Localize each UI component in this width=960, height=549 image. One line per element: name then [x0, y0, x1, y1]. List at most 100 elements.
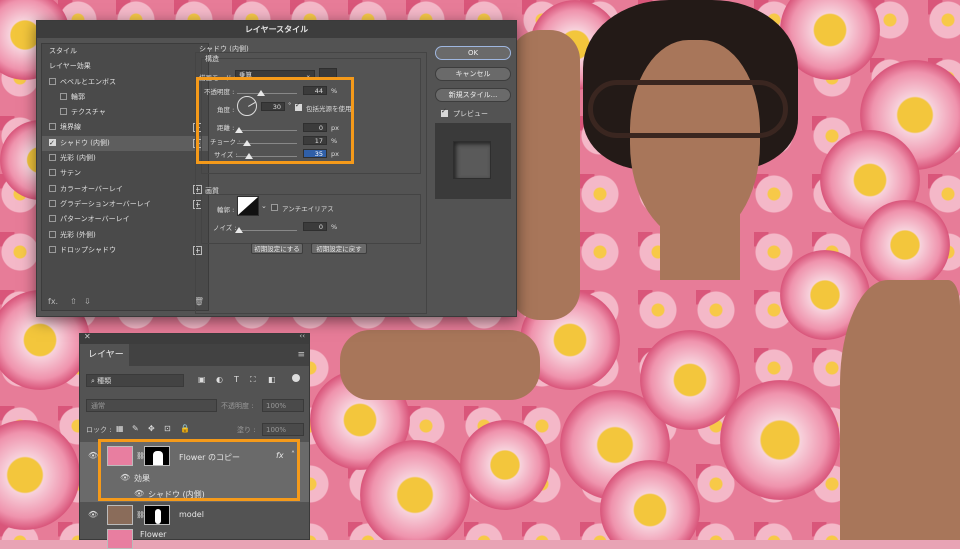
effect-checkbox[interactable]	[49, 215, 56, 223]
close-icon[interactable]: ✕	[84, 332, 91, 341]
effect-label: カラーオーバーレイ	[60, 184, 123, 193]
styles-header[interactable]: スタイル	[42, 44, 208, 59]
antialias-checkbox[interactable]	[271, 204, 278, 211]
lock-label: ロック :	[86, 426, 112, 434]
layer-thumbnail	[107, 529, 133, 549]
new-style-button[interactable]: 新規スタイル...	[435, 88, 511, 102]
layer-name[interactable]: model	[179, 510, 204, 519]
type-filter-icon[interactable]: T	[234, 375, 239, 384]
effect-checkbox[interactable]	[60, 92, 67, 100]
effect-label: 光彩 (外側)	[60, 230, 96, 239]
effect-item[interactable]: サテン	[42, 166, 208, 181]
structure-label: 構造	[205, 55, 219, 63]
effect-checkbox[interactable]	[49, 123, 56, 131]
effect-item[interactable]: シャドウ (内側)+	[42, 135, 208, 151]
blend-mode-select[interactable]: 通常	[86, 399, 217, 412]
smart-object-filter-icon[interactable]: ◧	[268, 375, 276, 384]
shape-filter-icon[interactable]: ⛶	[250, 375, 256, 385]
quality-label: 画質	[205, 187, 219, 195]
noise-slider-track[interactable]	[237, 230, 297, 231]
layer-name[interactable]: Flower	[140, 530, 166, 539]
effect-label: グラデーションオーバーレイ	[60, 199, 151, 208]
effect-label: ドロップシャドウ	[60, 245, 116, 254]
filter-kind-value: 種類	[97, 377, 112, 385]
collapse-icon[interactable]: ‹‹	[299, 332, 305, 340]
move-icon[interactable]: ✥	[148, 424, 155, 433]
layer-effects-header[interactable]: レイヤー効果	[42, 59, 208, 74]
effect-checkbox[interactable]	[49, 77, 56, 85]
layer-row-model[interactable]: 👁 ⛓ model	[80, 504, 309, 526]
effect-item[interactable]: グラデーションオーバーレイ +	[42, 197, 208, 212]
blend-mode-value: 通常	[91, 402, 105, 410]
effect-item[interactable]: ドロップシャドウ +	[42, 243, 208, 258]
lock-pixels-icon[interactable]: ▦	[116, 424, 124, 433]
effect-label: ベベルとエンボス	[60, 77, 116, 86]
contour-picker[interactable]	[237, 196, 259, 216]
layer-mask-thumbnail	[144, 505, 170, 525]
brush-icon[interactable]: ✎	[132, 424, 139, 433]
cancel-button[interactable]: キャンセル	[435, 67, 511, 81]
effect-item[interactable]: 境界線 +	[42, 120, 208, 135]
dialog-title: レイヤースタイル	[37, 21, 516, 38]
fx-icon[interactable]: fx.	[48, 297, 58, 306]
effect-item[interactable]: 輪郭	[42, 90, 208, 105]
effect-item[interactable]: テクスチャ	[42, 105, 208, 120]
panel-menu-icon[interactable]: ≡	[297, 350, 305, 360]
effect-item[interactable]: 光彩 (内側)	[42, 151, 208, 166]
effect-checkbox[interactable]	[49, 169, 56, 177]
noise-slider-thumb[interactable]	[235, 227, 243, 233]
effect-checkbox[interactable]	[49, 154, 56, 162]
highlight-structure-box	[196, 77, 354, 164]
effect-label: シャドウ (内側)	[60, 138, 110, 147]
effect-checkbox[interactable]	[49, 245, 56, 253]
noise-unit: %	[331, 223, 338, 231]
move-up-icon[interactable]: ⇧	[70, 297, 77, 306]
highlight-layer-effects-box	[98, 439, 300, 501]
effect-item[interactable]: パターンオーバーレイ	[42, 212, 208, 227]
effect-checkbox[interactable]	[60, 108, 67, 116]
effect-label: 境界線	[60, 123, 81, 132]
eye-icon[interactable]: 👁	[88, 451, 98, 460]
preview-checkbox[interactable]	[441, 107, 448, 117]
artboard-icon[interactable]: ⊡	[164, 424, 171, 433]
effect-checkbox[interactable]	[49, 184, 56, 192]
quality-group	[201, 194, 421, 244]
effect-label: テクスチャ	[71, 108, 106, 117]
opacity-input[interactable]: 100%	[262, 399, 304, 412]
styles-list: スタイル レイヤー効果 ベベルとエンボス輪郭テクスチャ境界線+シャドウ (内側)…	[41, 43, 209, 311]
effect-label: 光彩 (内側)	[60, 154, 96, 163]
effect-item[interactable]: ベベルとエンボス	[42, 75, 208, 90]
effect-checkbox[interactable]	[49, 230, 56, 238]
lock-icon[interactable]: 🔒	[180, 424, 190, 433]
tab-layers[interactable]: レイヤー	[80, 344, 129, 366]
effect-label: パターンオーバーレイ	[60, 215, 130, 224]
effect-item[interactable]: 光彩 (外側)	[42, 228, 208, 243]
filter-kind-select[interactable]: ⌕ 種類	[86, 374, 184, 387]
effect-item[interactable]: カラーオーバーレイ +	[42, 182, 208, 197]
preview-label: プレビュー	[453, 110, 488, 118]
filter-toggle[interactable]	[292, 374, 300, 382]
chevron-down-icon[interactable]: ⌄	[261, 202, 267, 210]
reset-default-button[interactable]: 初期設定にする	[251, 243, 303, 254]
fill-input[interactable]: 100%	[262, 423, 304, 436]
layer-style-dialog: レイヤースタイル スタイル レイヤー効果 ベベルとエンボス輪郭テクスチャ境界線 +…	[36, 20, 517, 317]
move-down-icon[interactable]: ⇩	[84, 297, 91, 306]
restore-default-button[interactable]: 初期設定に戻す	[311, 243, 367, 254]
antialias-label: アンチエイリアス	[282, 205, 334, 213]
noise-input[interactable]: 0	[303, 222, 327, 231]
contour-label: 輪郭 :	[217, 206, 235, 214]
adjustment-filter-icon[interactable]: ◐	[216, 375, 223, 384]
search-icon: ⌕	[91, 377, 95, 385]
eye-icon[interactable]: 👁	[88, 510, 98, 519]
effect-label: 輪郭	[71, 92, 85, 101]
effect-label: サテン	[60, 169, 81, 178]
opacity-label: 不透明度 :	[221, 402, 254, 410]
layer-thumbnail	[107, 505, 133, 525]
fill-label: 塗り :	[237, 426, 256, 434]
noise-label: ノイズ :	[213, 224, 237, 232]
section-title: シャドウ (内側)	[199, 45, 249, 53]
effect-checkbox[interactable]	[49, 136, 56, 151]
image-filter-icon[interactable]: ▣	[198, 375, 206, 384]
ok-button[interactable]: OK	[435, 46, 511, 60]
effect-checkbox[interactable]	[49, 199, 56, 207]
